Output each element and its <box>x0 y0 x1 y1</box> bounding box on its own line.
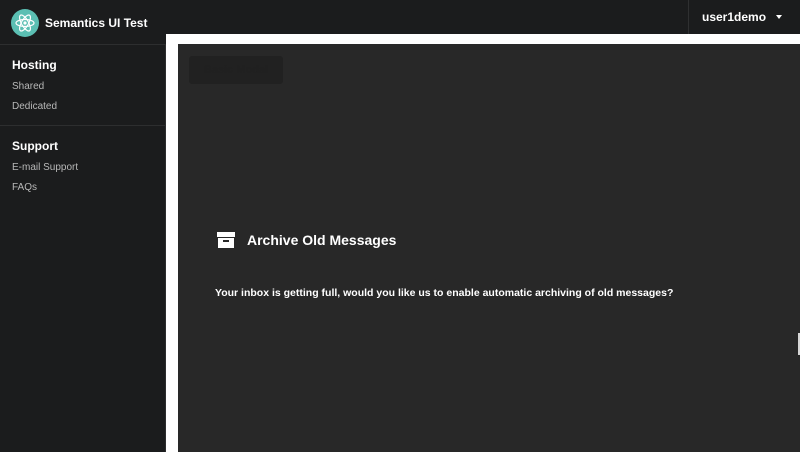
basic-modal-button[interactable]: Basic Modal <box>189 56 283 84</box>
archive-icon <box>216 230 236 250</box>
atom-logo-icon <box>11 9 39 37</box>
modal-content-text: Your inbox is getting full, would you li… <box>215 287 674 299</box>
sidebar-item-shared[interactable]: Shared <box>12 77 153 97</box>
sidebar-item-faqs[interactable]: FAQs <box>12 178 153 198</box>
brand-name: Semantics UI Test <box>45 16 148 30</box>
sidebar-header-support: Support <box>12 139 58 153</box>
brand[interactable]: Semantics UI Test <box>11 9 147 37</box>
user-name: user1demo <box>702 10 767 24</box>
sidebar-item-email-support[interactable]: E-mail Support <box>12 158 153 178</box>
modal-title: Archive Old Messages <box>247 232 397 248</box>
sidebar-section-support: Support E-mail Support FAQs <box>0 126 165 206</box>
modal-header: Archive Old Messages <box>216 230 396 250</box>
sidebar-item-dedicated[interactable]: Dedicated <box>12 97 153 117</box>
sidebar-header-hosting: Hosting <box>12 58 57 72</box>
sidebar-section-hosting: Hosting Shared Dedicated <box>0 45 165 126</box>
sidebar: Hosting Shared Dedicated Support E-mail … <box>0 45 166 452</box>
modal-dimmer[interactable]: Basic Modal Archive Old Messages Your in… <box>178 44 800 452</box>
caret-down-icon <box>776 15 783 19</box>
user-dropdown[interactable]: user1demo <box>688 0 800 34</box>
